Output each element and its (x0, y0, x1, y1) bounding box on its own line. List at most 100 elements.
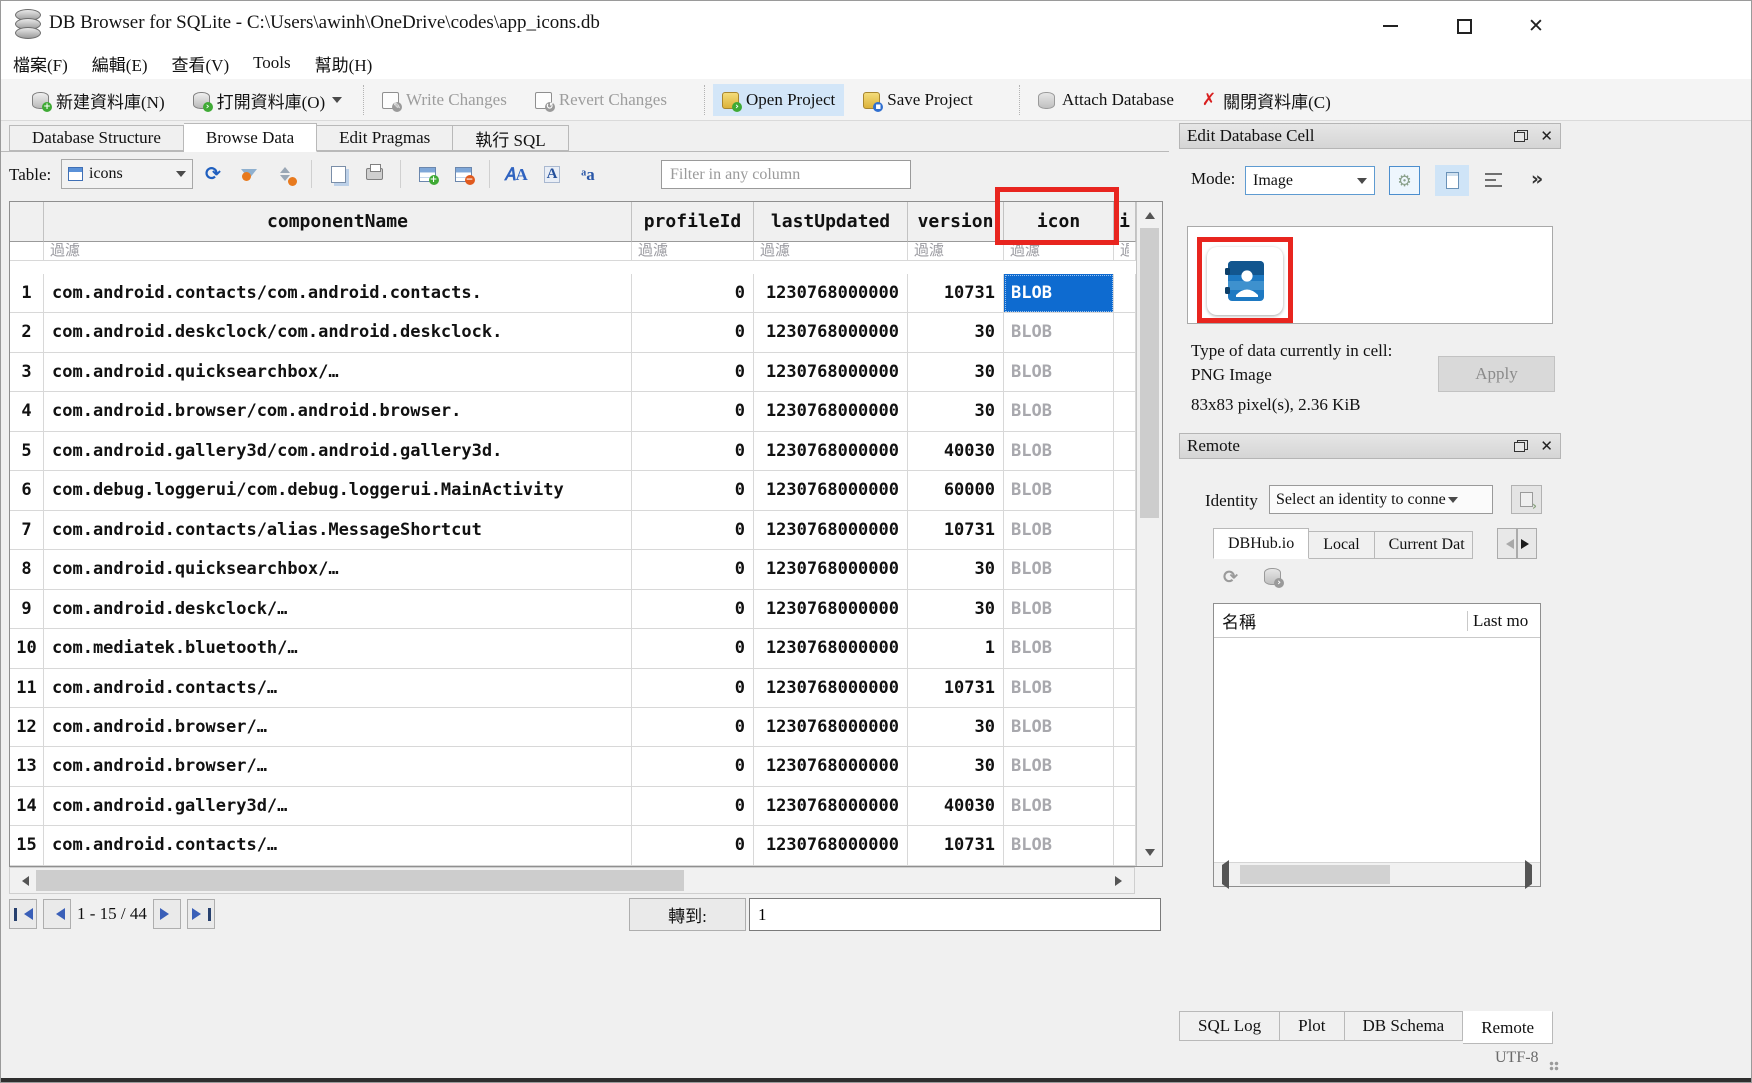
new-database-button[interactable]: + 新建資料庫(N) (23, 84, 174, 116)
font-button[interactable]: 𝐴A (506, 164, 526, 184)
cell-componentName[interactable]: com.android.deskclock/com.android.deskcl… (44, 313, 632, 352)
cell-profileId[interactable]: 0 (632, 432, 754, 471)
apply-button[interactable]: Apply (1438, 356, 1555, 392)
refresh-button[interactable]: ⟳ (203, 164, 223, 184)
cell-componentName[interactable]: com.android.contacts/… (44, 826, 632, 865)
remote-tabs-scroll-right-button[interactable] (1517, 528, 1537, 559)
filter-profileId-input[interactable] (632, 243, 753, 261)
cell-version[interactable]: 30 (908, 392, 1004, 431)
write-changes-button[interactable]: ✎ Write Changes (373, 84, 516, 116)
cell-icon-blob[interactable]: BLOB (1004, 274, 1114, 313)
filter-any-column-input[interactable] (661, 160, 911, 189)
cell-version[interactable]: 10731 (908, 826, 1004, 865)
cell-componentName[interactable]: com.android.contacts/com.android.contact… (44, 274, 632, 313)
cell-version[interactable]: 30 (908, 313, 1004, 352)
table-row[interactable]: 3 com.android.quicksearchbox/… 0 1230768… (10, 353, 1162, 392)
mode-select[interactable]: Image (1245, 166, 1375, 195)
cell-profileId[interactable]: 0 (632, 313, 754, 352)
tab-sql-log[interactable]: SQL Log (1179, 1011, 1280, 1041)
cell-version[interactable]: 30 (908, 353, 1004, 392)
scroll-left-icon[interactable] (12, 870, 34, 891)
menu-file[interactable]: 檔案(F) (13, 51, 68, 76)
table-row[interactable]: 4 com.android.browser/com.android.browse… (10, 392, 1162, 431)
filter-lastUpdated-input[interactable] (754, 243, 907, 261)
cell-icon-blob[interactable]: BLOB (1004, 629, 1114, 668)
float-panel-icon[interactable] (1514, 440, 1528, 452)
cell-icon-blob[interactable]: BLOB (1004, 787, 1114, 826)
identity-connect-button[interactable] (1511, 485, 1542, 514)
cell-componentName[interactable]: com.android.deskclock/… (44, 590, 632, 629)
cell-version[interactable]: 40030 (908, 787, 1004, 826)
word-wrap-icon[interactable] (1485, 173, 1502, 187)
cell-componentName[interactable]: com.android.gallery3d/… (44, 787, 632, 826)
remote-tab-dbhub[interactable]: DBHub.io (1213, 528, 1309, 559)
menu-tools[interactable]: Tools (253, 53, 291, 73)
cell-profileId[interactable]: 0 (632, 787, 754, 826)
remote-list-horizontal-scrollbar[interactable] (1214, 862, 1540, 886)
clear-filters-button[interactable] (239, 164, 259, 184)
remote-tabs-scroll-left-button[interactable] (1497, 528, 1517, 559)
clear-sorting-button[interactable] (275, 164, 295, 184)
delete-record-button[interactable]: − (453, 164, 473, 184)
scroll-left-icon[interactable] (1217, 865, 1229, 885)
cell-version[interactable]: 40030 (908, 432, 1004, 471)
cell-profileId[interactable]: 0 (632, 669, 754, 708)
cell-lastUpdated[interactable]: 1230768000000 (754, 353, 908, 392)
cell-lastUpdated[interactable]: 1230768000000 (754, 590, 908, 629)
filter-version-input[interactable] (908, 243, 1003, 261)
close-button[interactable]: ✕ (1519, 15, 1553, 37)
cell-version[interactable]: 10731 (908, 274, 1004, 313)
cell-componentName[interactable]: com.mediatek.bluetooth/… (44, 629, 632, 668)
cell-icon-blob[interactable]: BLOB (1004, 392, 1114, 431)
print-button[interactable] (364, 164, 384, 184)
scroll-right-icon[interactable] (1525, 865, 1537, 885)
cell-componentName[interactable]: com.android.browser/com.android.browser. (44, 392, 632, 431)
remote-list-column-name[interactable]: 名稱 (1214, 608, 1467, 633)
horizontal-scrollbar-thumb[interactable] (36, 870, 684, 891)
cell-icon-blob[interactable]: BLOB (1004, 313, 1114, 352)
horizontal-scrollbar[interactable] (9, 867, 1135, 894)
cell-componentName[interactable]: com.debug.loggerui/com.debug.loggerui.Ma… (44, 471, 632, 510)
cell-componentName[interactable]: com.android.browser/… (44, 708, 632, 747)
cell-profileId[interactable]: 0 (632, 392, 754, 431)
cell-version[interactable]: 30 (908, 708, 1004, 747)
cell-componentName[interactable]: com.android.contacts/alias.MessageShortc… (44, 511, 632, 550)
cell-componentName[interactable]: com.android.quicksearchbox/… (44, 353, 632, 392)
tab-db-schema[interactable]: DB Schema (1345, 1011, 1464, 1041)
table-row[interactable]: 11 com.android.contacts/… 0 123076800000… (10, 669, 1162, 708)
cell-profileId[interactable]: 0 (632, 708, 754, 747)
tab-edit-pragmas[interactable]: Edit Pragmas (317, 125, 453, 151)
minimize-button[interactable] (1373, 15, 1407, 37)
vertical-scrollbar-thumb[interactable] (1140, 228, 1159, 518)
cell-lastUpdated[interactable]: 1230768000000 (754, 313, 908, 352)
cell-lastUpdated[interactable]: 1230768000000 (754, 550, 908, 589)
cell-lastUpdated[interactable]: 1230768000000 (754, 826, 908, 865)
tab-execute-sql[interactable]: 執行 SQL (453, 125, 568, 151)
open-project-button[interactable]: › Open Project (713, 84, 844, 116)
column-header-version[interactable]: version (908, 202, 1004, 242)
goto-record-input[interactable] (749, 898, 1161, 931)
cell-lastUpdated[interactable]: 1230768000000 (754, 629, 908, 668)
cell-icon-blob[interactable]: BLOB (1004, 471, 1114, 510)
cell-version[interactable]: 30 (908, 550, 1004, 589)
filter-icon-input[interactable] (1004, 243, 1113, 261)
next-page-button[interactable] (153, 899, 181, 929)
export-button[interactable] (328, 164, 348, 184)
cell-lastUpdated[interactable]: 1230768000000 (754, 787, 908, 826)
cell-profileId[interactable]: 0 (632, 353, 754, 392)
open-database-button[interactable]: › 打開資料庫(O) (184, 84, 352, 116)
cell-lastUpdated[interactable]: 1230768000000 (754, 471, 908, 510)
cell-icon-blob[interactable]: BLOB (1004, 353, 1114, 392)
cell-profileId[interactable]: 0 (632, 826, 754, 865)
goto-button[interactable]: 轉到: (629, 898, 746, 931)
table-row[interactable]: 12 com.android.browser/… 0 1230768000000… (10, 708, 1162, 747)
cell-icon-blob[interactable]: BLOB (1004, 669, 1114, 708)
insert-record-button[interactable]: + (417, 164, 437, 184)
remote-list-scrollbar-thumb[interactable] (1240, 865, 1390, 884)
tab-plot[interactable]: Plot (1280, 1011, 1344, 1041)
table-row[interactable]: 9 com.android.deskclock/… 0 123076800000… (10, 590, 1162, 629)
maximize-button[interactable] (1447, 15, 1481, 37)
cell-profileId[interactable]: 0 (632, 471, 754, 510)
tab-remote[interactable]: Remote (1463, 1011, 1553, 1044)
column-header-componentName[interactable]: componentName (44, 202, 632, 242)
